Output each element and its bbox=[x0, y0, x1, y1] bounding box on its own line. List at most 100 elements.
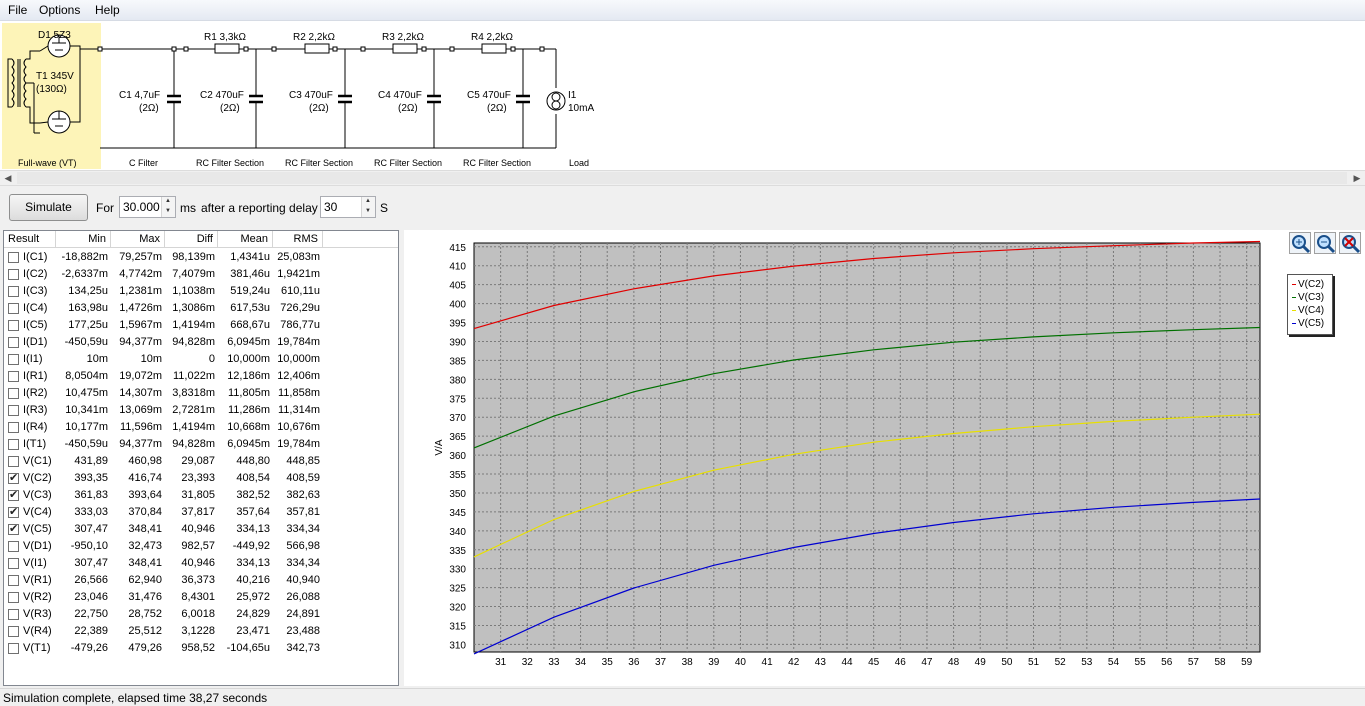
table-row[interactable]: I(C2) -2,6337m 4,7742m 7,4079m 381,46u 1,9421… bbox=[4, 266, 398, 283]
table-row[interactable]: I(T1) -450,59u 94,377m 94,828m 6,0945m 19,784… bbox=[4, 436, 398, 453]
row-checkbox[interactable] bbox=[8, 558, 19, 569]
table-row[interactable]: I(R1) 8,0504m 19,072m 11,022m 12,186m 12,406m bbox=[4, 368, 398, 385]
table-row[interactable]: V(C4) 333,03 370,84 37,817 357,64 357,81 bbox=[4, 504, 398, 521]
table-row[interactable]: V(C1) 431,89 460,98 29,087 448,80 448,85 bbox=[4, 453, 398, 470]
row-checkbox[interactable] bbox=[8, 320, 19, 331]
cell-max: 94,377m bbox=[119, 438, 162, 450]
row-checkbox[interactable] bbox=[8, 405, 19, 416]
resistor-r2[interactable] bbox=[304, 43, 330, 54]
table-row[interactable]: I(R2) 10,475m 14,307m 3,8318m 11,805m 11,858m bbox=[4, 385, 398, 402]
menu-file[interactable]: File bbox=[8, 3, 27, 17]
table-row[interactable]: I(R3) 10,341m 13,069m 2,7281m 11,286m 11,314m bbox=[4, 402, 398, 419]
capacitor-c1[interactable] bbox=[167, 49, 181, 148]
row-name: V(T1) bbox=[23, 642, 51, 654]
cell-max: 393,64 bbox=[128, 489, 162, 501]
row-checkbox[interactable] bbox=[8, 626, 19, 637]
table-row[interactable]: V(R4) 22,389 25,512 3,1228 23,471 23,488 bbox=[4, 623, 398, 640]
capacitor-c5[interactable] bbox=[516, 49, 530, 148]
col-max[interactable]: Max bbox=[111, 231, 165, 248]
row-checkbox[interactable] bbox=[8, 354, 19, 365]
row-checkbox[interactable] bbox=[8, 422, 19, 433]
table-row[interactable]: I(I1) 10m 10m 0 10,000m 10,000m bbox=[4, 351, 398, 368]
delay-arrows[interactable]: ▲ ▼ bbox=[361, 197, 375, 217]
spin-down-icon[interactable]: ▼ bbox=[365, 208, 371, 214]
row-checkbox[interactable] bbox=[8, 371, 19, 382]
row-checkbox[interactable] bbox=[8, 388, 19, 399]
row-checkbox[interactable] bbox=[8, 643, 19, 654]
cell-max: 10m bbox=[140, 353, 162, 365]
schematic-scrollbar[interactable]: ◀ ▶ bbox=[0, 170, 1365, 186]
scroll-thumb[interactable] bbox=[17, 172, 1347, 184]
spin-up-icon[interactable]: ▲ bbox=[365, 198, 371, 204]
capacitor-c3[interactable] bbox=[338, 49, 352, 148]
scroll-left-icon[interactable]: ◀ bbox=[0, 171, 16, 185]
row-checkbox[interactable] bbox=[8, 439, 19, 450]
cell-diff: 3,1228 bbox=[181, 625, 215, 637]
resistor-r1[interactable] bbox=[214, 43, 240, 54]
row-checkbox[interactable] bbox=[8, 337, 19, 348]
row-checkbox[interactable] bbox=[8, 286, 19, 297]
table-row[interactable]: I(C5) 177,25u 1,5967m 1,4194m 668,67u 786,77u bbox=[4, 317, 398, 334]
table-row[interactable]: V(D1) -950,10 32,473 982,57 -449,92 566,98 bbox=[4, 538, 398, 555]
zoom-reset-icon[interactable] bbox=[1339, 232, 1361, 254]
spin-up-icon[interactable]: ▲ bbox=[165, 198, 171, 204]
table-row[interactable]: V(T1) -479,26 479,26 958,52 -104,65u 342,73 bbox=[4, 640, 398, 657]
table-row[interactable]: I(C1) -18,882m 79,257m 98,139m 1,4341u 25,083… bbox=[4, 249, 398, 266]
row-checkbox[interactable] bbox=[8, 456, 19, 467]
duration-spinner[interactable]: 30.000 ▲ ▼ bbox=[119, 196, 176, 218]
row-checkbox[interactable] bbox=[8, 269, 19, 280]
duration-unit: ms bbox=[180, 201, 196, 215]
row-checkbox[interactable] bbox=[8, 471, 19, 484]
x-tick-label: 52 bbox=[1055, 657, 1067, 668]
row-checkbox[interactable] bbox=[8, 505, 19, 518]
row-name: V(C1) bbox=[23, 455, 52, 467]
col-min[interactable]: Min bbox=[56, 231, 111, 248]
row-checkbox[interactable] bbox=[8, 303, 19, 314]
row-checkbox[interactable] bbox=[8, 252, 19, 263]
col-result[interactable]: Result bbox=[4, 231, 56, 248]
cell-mean: 1,4341u bbox=[230, 251, 270, 263]
current-source-icon[interactable] bbox=[546, 91, 566, 111]
table-row[interactable]: V(I1) 307,47 348,41 40,946 334,13 334,34 bbox=[4, 555, 398, 572]
zoom-out-icon[interactable] bbox=[1314, 232, 1336, 254]
table-row[interactable]: I(C3) 134,25u 1,2381m 1,1038m 519,24u 610,11u bbox=[4, 283, 398, 300]
cell-min: 177,25u bbox=[68, 319, 108, 331]
menu-options[interactable]: Options bbox=[39, 3, 80, 17]
cell-rms: 11,858m bbox=[278, 387, 320, 399]
delay-spinner[interactable]: 30 ▲ ▼ bbox=[320, 196, 376, 218]
capacitor-c2[interactable] bbox=[249, 49, 263, 148]
row-name: I(R3) bbox=[23, 404, 48, 416]
table-row[interactable]: V(R2) 23,046 31,476 8,4301 25,972 26,088 bbox=[4, 589, 398, 606]
table-row[interactable]: V(C3) 361,83 393,64 31,805 382,52 382,63 bbox=[4, 487, 398, 504]
capacitor-c1-label: C1 4,7uF bbox=[119, 90, 160, 101]
row-checkbox[interactable] bbox=[8, 541, 19, 552]
scroll-right-icon[interactable]: ▶ bbox=[1349, 171, 1365, 185]
table-row[interactable]: V(R3) 22,750 28,752 6,0018 24,829 24,891 bbox=[4, 606, 398, 623]
col-diff[interactable]: Diff bbox=[165, 231, 218, 248]
row-checkbox[interactable] bbox=[8, 522, 19, 535]
row-checkbox[interactable] bbox=[8, 609, 19, 620]
table-row[interactable]: V(C2) 393,35 416,74 23,393 408,54 408,59 bbox=[4, 470, 398, 487]
col-rms[interactable]: RMS bbox=[273, 231, 323, 248]
capacitor-c4[interactable] bbox=[427, 49, 441, 148]
col-mean[interactable]: Mean bbox=[218, 231, 273, 248]
menu-help[interactable]: Help bbox=[95, 3, 120, 17]
table-row[interactable]: I(D1) -450,59u 94,377m 94,828m 6,0945m 19,784… bbox=[4, 334, 398, 351]
spin-down-icon[interactable]: ▼ bbox=[165, 208, 171, 214]
table-row[interactable]: I(R4) 10,177m 11,596m 1,4194m 10,668m 10,676m bbox=[4, 419, 398, 436]
table-row[interactable]: I(C4) 163,98u 1,4726m 1,3086m 617,53u 726,29u bbox=[4, 300, 398, 317]
cell-min: 8,0504m bbox=[65, 370, 108, 382]
simulate-button[interactable]: Simulate bbox=[9, 194, 88, 221]
resistor-r4[interactable] bbox=[481, 43, 507, 54]
cell-rms: 25,083m bbox=[277, 251, 320, 263]
y-tick-label: 370 bbox=[449, 413, 466, 424]
zoom-in-icon[interactable] bbox=[1289, 232, 1311, 254]
row-checkbox[interactable] bbox=[8, 575, 19, 586]
table-row[interactable]: V(R1) 26,566 62,940 36,373 40,216 40,940 bbox=[4, 572, 398, 589]
legend-swatch bbox=[1292, 322, 1296, 324]
resistor-r3[interactable] bbox=[392, 43, 418, 54]
table-row[interactable]: V(C5) 307,47 348,41 40,946 334,13 334,34 bbox=[4, 521, 398, 538]
duration-arrows[interactable]: ▲ ▼ bbox=[161, 197, 175, 217]
row-checkbox[interactable] bbox=[8, 592, 19, 603]
row-checkbox[interactable] bbox=[8, 488, 19, 501]
